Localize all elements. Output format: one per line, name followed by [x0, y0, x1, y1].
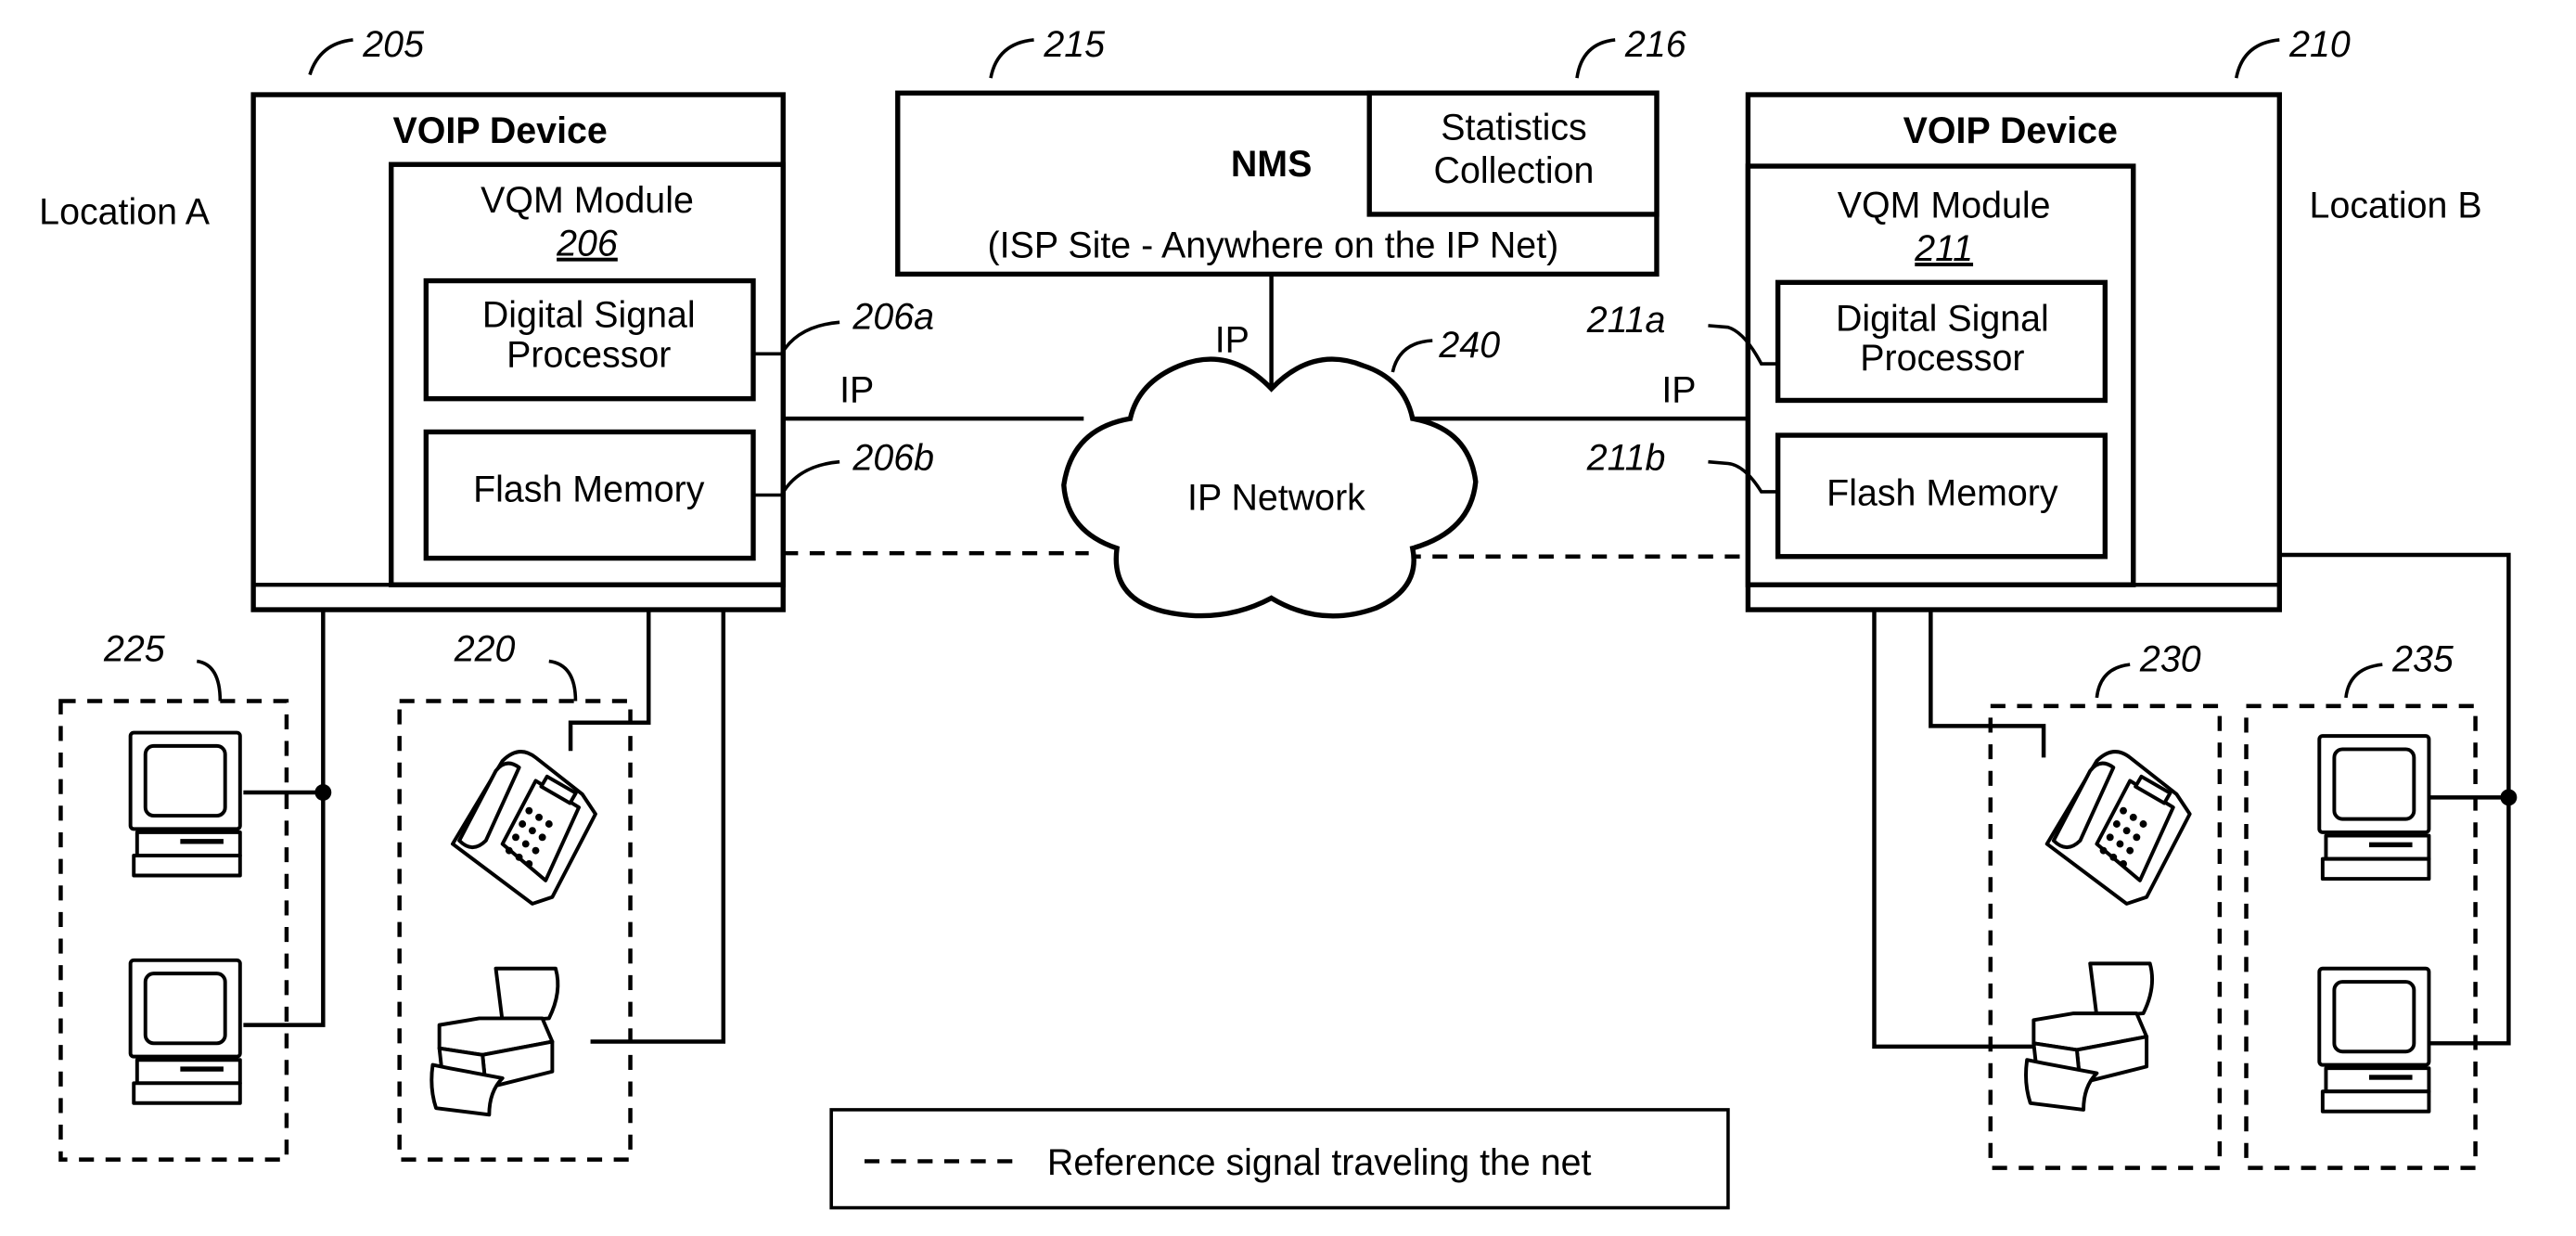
stats-label-1: Statistics [1441, 107, 1587, 148]
group-235-ref: 235 [2391, 638, 2454, 679]
nms-title: NMS [1231, 144, 1313, 185]
nms-site-label: (ISP Site - Anywhere on the IP Net) [988, 225, 1559, 266]
device-b-ref: 210 [2288, 24, 2351, 65]
ip-network-ref: 240 [1438, 325, 1500, 366]
flash-a-ref: 206b [852, 438, 934, 479]
device-a-title: VOIP Device [393, 110, 608, 151]
device-b-dsp-label-2: Processor [1860, 338, 2024, 379]
group-220-ref: 220 [454, 629, 516, 670]
device-a-module-ref: 206 [556, 224, 618, 264]
group-235-computers: 235 [2244, 638, 2478, 1170]
stats-ref: 216 [1624, 24, 1686, 65]
junction-a [314, 784, 332, 801]
junction-b [2500, 789, 2518, 806]
location-b-label: Location B [2310, 186, 2482, 226]
voip-device-a: VOIP Device VQM Module 206 Digital Signa… [250, 24, 934, 612]
device-b-module-title: VQM Module [1838, 186, 2051, 226]
voip-device-b: VOIP Device VQM Module 211 Digital Signa… [1586, 24, 2351, 612]
voip-diagram: Location A Location B VOIP Device VQM Mo… [39, 24, 2518, 1210]
telephone-icon [450, 750, 597, 906]
device-a-flash-label: Flash Memory [473, 470, 705, 510]
telephone-icon [2044, 750, 2192, 906]
legend: Reference signal traveling the net [829, 1108, 1730, 1210]
flash-b-ref: 211b [1586, 438, 1666, 479]
group-230-ref: 230 [2139, 638, 2201, 679]
ip-label-nms: IP [1215, 320, 1250, 361]
nms-ref: 215 [1043, 24, 1105, 65]
group-230-phone-fax: 230 [1988, 638, 2223, 1170]
ip-label-b: IP [1661, 369, 1696, 410]
ip-label-a: IP [839, 369, 874, 410]
computer-icon [128, 958, 242, 1105]
nms-box: NMS Statistics Collection (ISP Site - An… [895, 24, 1686, 277]
ip-network-cloud: IP Network 240 [1061, 325, 1500, 619]
device-a-module-title: VQM Module [481, 180, 694, 221]
device-b-title: VOIP Device [1903, 110, 2118, 151]
fax-machine-icon [429, 966, 560, 1117]
computer-icon [128, 730, 242, 878]
device-a-dsp-label-2: Processor [506, 335, 671, 376]
location-a-label: Location A [39, 192, 211, 233]
device-a-ref: 205 [362, 24, 424, 65]
computer-icon [2317, 966, 2431, 1114]
computer-icon [2317, 734, 2431, 882]
dsp-b-ref: 211a [1586, 300, 1666, 341]
group-225-ref: 225 [103, 629, 165, 670]
device-b-module-ref: 211 [1914, 228, 1973, 269]
device-b-flash-label: Flash Memory [1826, 472, 2058, 513]
fax-machine-icon [2024, 961, 2155, 1112]
group-225-computers: 225 [58, 629, 289, 1162]
ip-network-label: IP Network [1187, 478, 1365, 519]
device-b-dsp-label-1: Digital Signal [1836, 298, 2049, 339]
group-220-phone-fax: 220 [397, 629, 633, 1162]
stats-label-2: Collection [1434, 150, 1595, 191]
device-a-dsp-label-1: Digital Signal [482, 295, 696, 336]
legend-label: Reference signal traveling the net [1047, 1142, 1592, 1183]
dsp-a-ref: 206a [852, 296, 934, 337]
